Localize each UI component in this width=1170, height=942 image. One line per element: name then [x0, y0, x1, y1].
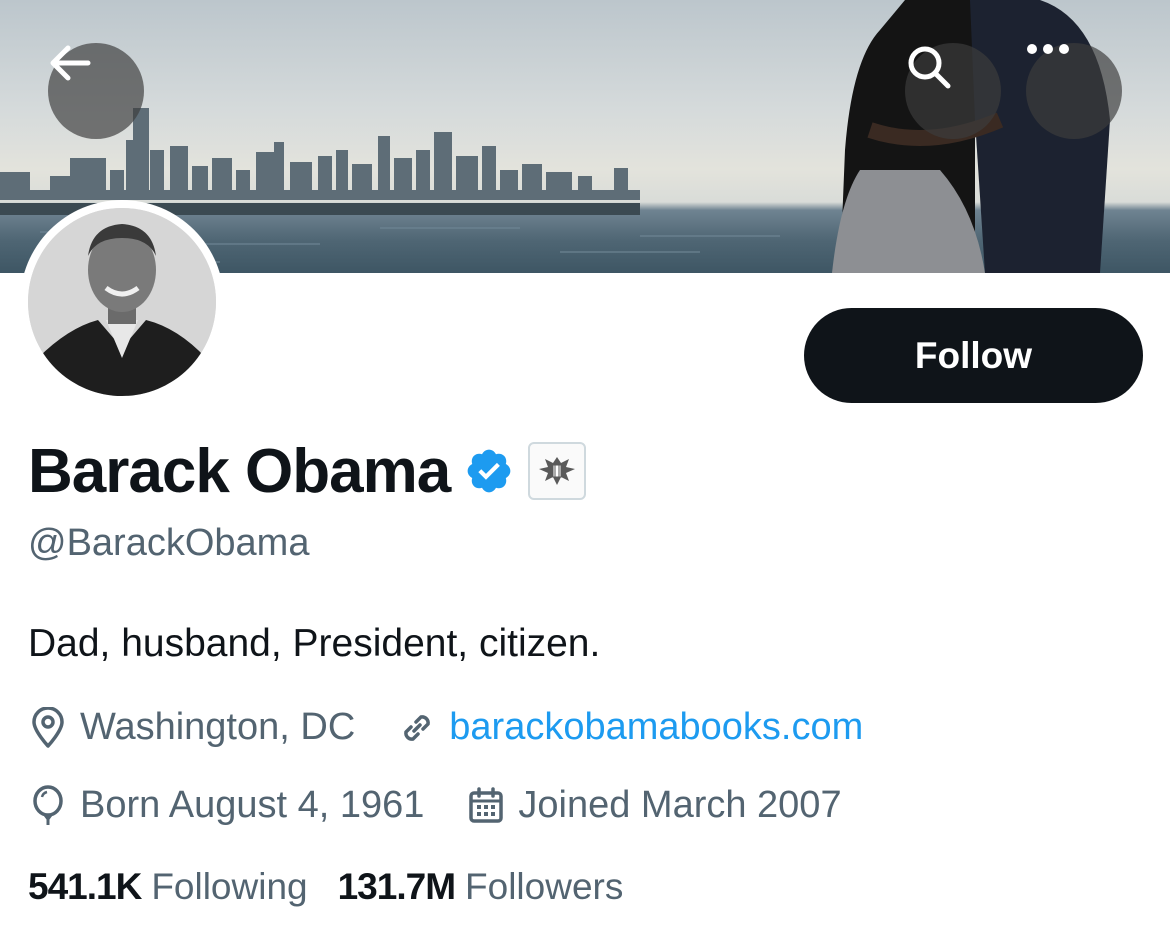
- location-text: Washington, DC: [80, 706, 356, 748]
- website-link[interactable]: barackobamabooks.com: [449, 706, 863, 749]
- followers-count[interactable]: 131.7M: [338, 866, 456, 908]
- affiliation-badge[interactable]: [528, 442, 587, 500]
- following-count[interactable]: 541.1K: [28, 866, 142, 908]
- follow-button[interactable]: Follow: [804, 308, 1143, 403]
- display-name: Barack Obama: [28, 436, 451, 506]
- balloon-icon: [33, 784, 63, 825]
- location-item: Washington, DC: [28, 706, 355, 749]
- followers-label[interactable]: Followers: [465, 866, 623, 908]
- search-icon: [908, 46, 951, 89]
- arrow-left-icon: [50, 45, 91, 81]
- location-pin-icon: [32, 706, 64, 748]
- link-icon: [404, 714, 431, 741]
- joined-item: Joined March 2007: [466, 784, 842, 827]
- verified-badge-icon[interactable]: [464, 446, 514, 496]
- seal-icon: [539, 457, 576, 485]
- profile-name-row: Barack Obama: [28, 436, 587, 506]
- more-button[interactable]: [1026, 43, 1122, 139]
- profile-meta-row-1: Washington, DC barackobamabooks.com: [28, 706, 905, 749]
- avatar-photo: [28, 208, 216, 396]
- more-horizontal-icon: [1027, 44, 1069, 54]
- following-label[interactable]: Following: [151, 866, 307, 908]
- back-button[interactable]: [48, 43, 144, 139]
- profile-meta-row-2: Born August 4, 1961 Joined March 2007: [28, 784, 884, 827]
- search-button[interactable]: [905, 43, 1001, 139]
- username-handle: @BarackObama: [28, 522, 310, 564]
- calendar-icon: [469, 786, 504, 823]
- joined-text: Joined March 2007: [518, 784, 842, 826]
- follow-stats: 541.1K Following 131.7M Followers: [28, 866, 653, 908]
- website-item[interactable]: barackobamabooks.com: [397, 706, 863, 749]
- birthday-text: Born August 4, 1961: [80, 784, 425, 826]
- profile-bio: Dad, husband, President, citizen.: [28, 622, 601, 665]
- avatar: [28, 208, 216, 396]
- birthday-item: Born August 4, 1961: [28, 784, 424, 827]
- profile-avatar[interactable]: [20, 200, 224, 404]
